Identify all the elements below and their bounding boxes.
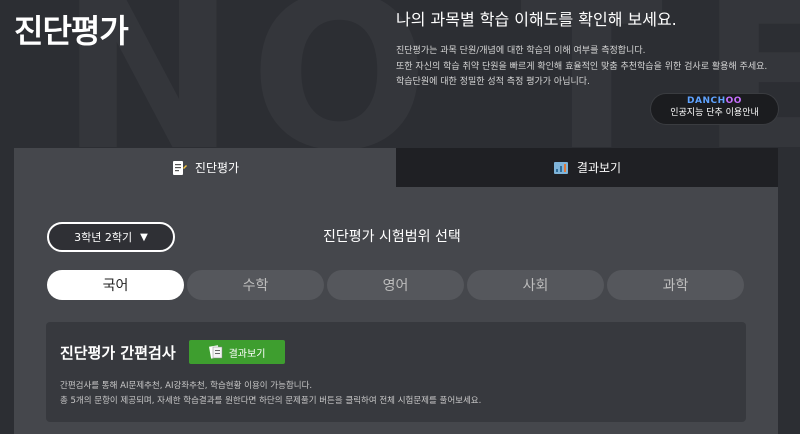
danchoo-guide-label: 인공지능 단추 이용안내 (670, 108, 759, 118)
danchoo-logo: DANCHOO (687, 96, 742, 106)
page-description: 진단평가는 과목 단원/개념에 대한 학습의 이해 여부를 측정합니다. 또한 … (396, 44, 796, 91)
chart-icon (553, 161, 568, 174)
tab-diagnostic-test[interactable]: 진단평가 (14, 148, 396, 187)
description-line: 진단평가는 과목 단원/개념에 대한 학습의 이해 여부를 측정합니다. (396, 46, 646, 56)
subject-tab-math[interactable]: 수학 (187, 270, 324, 300)
description-line: 학습단원에 대한 정밀한 성적 측정 평가가 아닙니다. (396, 77, 590, 87)
test-range-title: 진단평가 시험범위 선택 (323, 229, 461, 245)
page-headline: 나의 과목별 학습 이해도를 확인해 보세요. (396, 10, 677, 29)
quick-test-title: 진단평가 간편검사 (60, 344, 176, 362)
page-title: 진단평가 (14, 12, 129, 50)
subject-tab-science[interactable]: 과학 (607, 270, 744, 300)
description-line: 총 5개의 문항이 제공되며, 자세한 학습결과를 원한다면 하단의 문제풀기 … (60, 396, 482, 406)
tab-label: 결과보기 (576, 161, 622, 175)
tab-bar: 진단평가 결과보기 (14, 148, 778, 187)
description-line: 또한 자신의 학습 취약 단원을 빠르게 확인해 효율적인 맞춤 추천학습을 위… (396, 61, 768, 72)
document-pencil-icon (172, 160, 187, 175)
view-results-label: 결과보기 (228, 348, 266, 360)
chevron-down-icon: ▼ (140, 231, 148, 243)
subject-tabs: 국어 수학 영어 사회 과학 (47, 270, 745, 300)
danchoo-guide-button[interactable]: DANCHOO 인공지능 단추 이용안내 (651, 94, 778, 124)
subject-tab-english[interactable]: 영어 (327, 270, 464, 300)
quick-test-description: 간편검사를 통해 AI문제추천, AI강좌추천, 학습현황 이용이 가능합니다.… (60, 379, 740, 409)
description-line: 간편검사를 통해 AI문제추천, AI강좌추천, 학습현황 이용이 가능합니다. (60, 381, 313, 391)
grade-semester-select[interactable]: 3학년 2학기 ▼ (47, 222, 175, 252)
result-sheet-icon (208, 345, 222, 359)
tab-results[interactable]: 결과보기 (396, 148, 778, 187)
quick-test-card: 진단평가 간편검사 결과보기 간편검사를 통해 AI문제추천, AI강좌추천, … (46, 322, 746, 422)
main-panel: 진단평가 결과보기 3학년 2학기 ▼ 진단평가 시험범위 선택 국어 수학 영… (14, 148, 778, 434)
tab-label: 진단평가 (194, 161, 240, 175)
grade-select-value: 3학년 2학기 (74, 231, 133, 244)
view-results-button[interactable]: 결과보기 (189, 340, 285, 364)
subject-tab-social[interactable]: 사회 (467, 270, 604, 300)
subject-tab-korean[interactable]: 국어 (47, 270, 184, 300)
